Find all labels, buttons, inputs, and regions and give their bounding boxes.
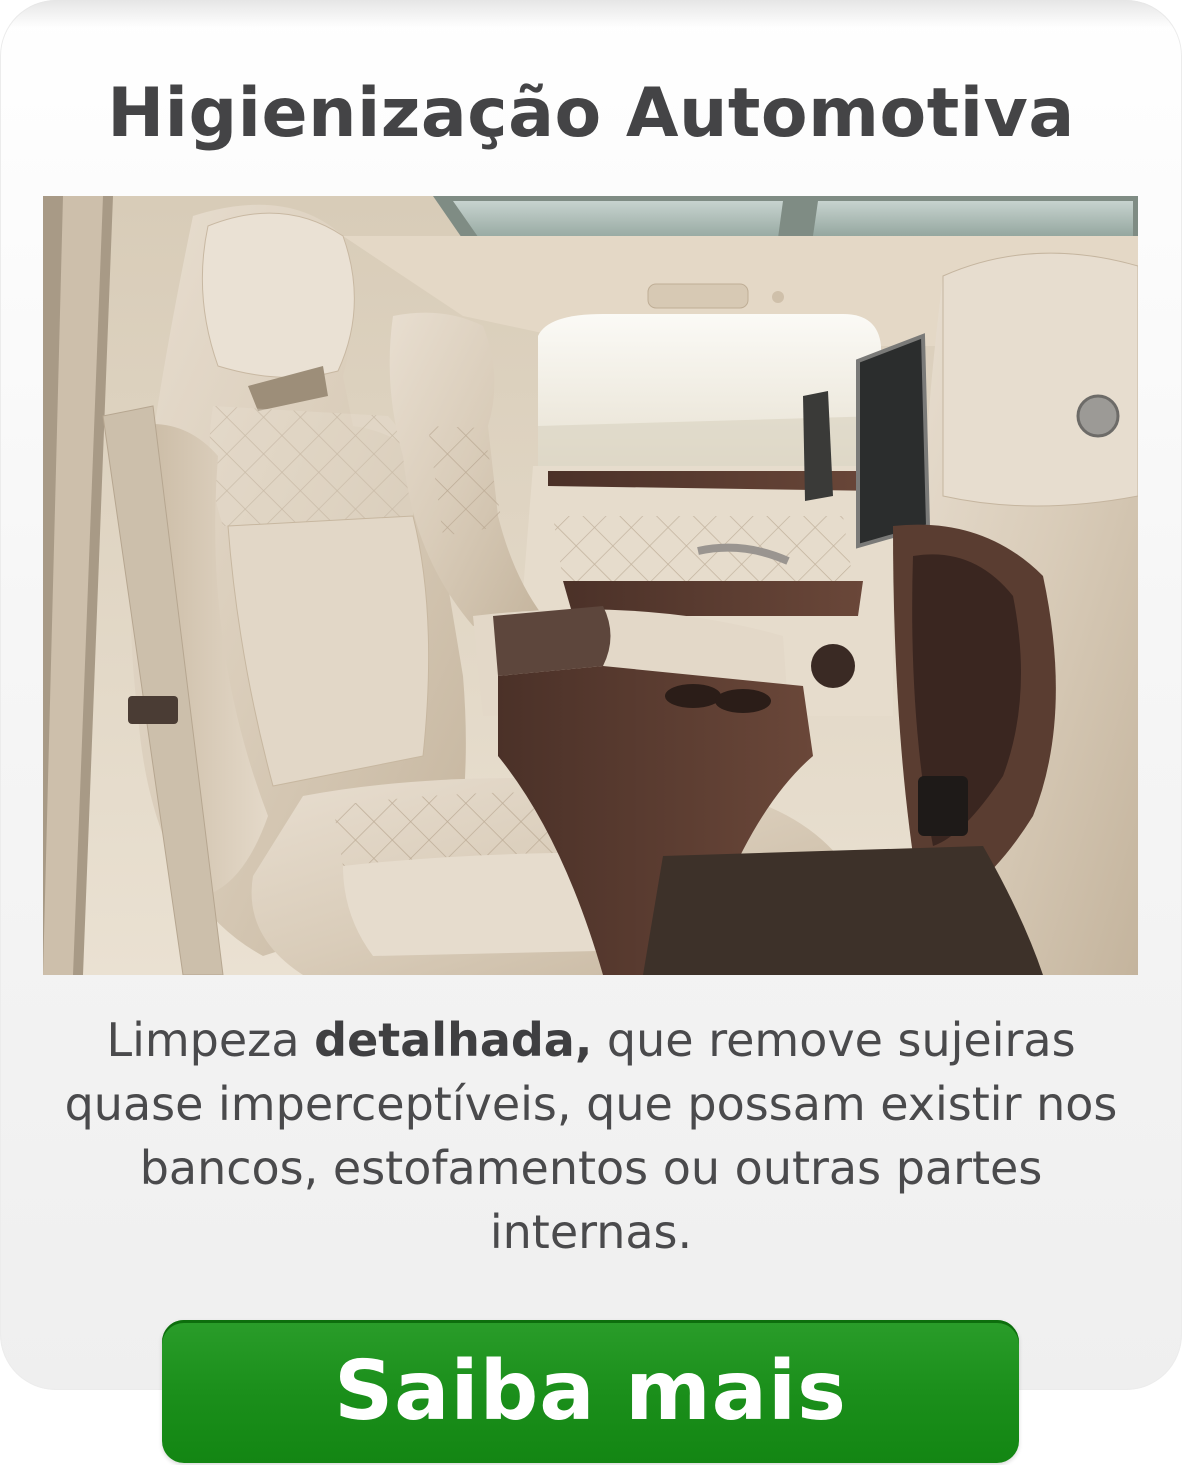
car-interior-image — [43, 196, 1138, 975]
service-card: Higienização Automotiva Limpeza detalhad… — [0, 0, 1182, 1390]
description-bold: detalhada, — [314, 1013, 593, 1067]
card-title: Higienização Automotiva — [107, 74, 1075, 153]
saiba-mais-button[interactable]: Saiba mais — [162, 1320, 1019, 1463]
description-text-1: Limpeza — [106, 1013, 315, 1067]
card-description: Limpeza detalhada, que remove sujeiras q… — [40, 1008, 1142, 1264]
